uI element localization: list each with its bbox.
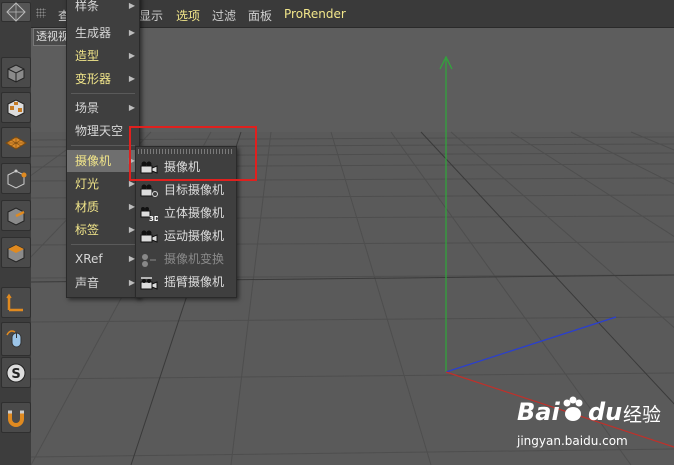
menu-item-physical-sky[interactable]: 物理天空 [67, 120, 139, 142]
svg-text:3D: 3D [149, 215, 158, 222]
camera-morph-icon [142, 254, 156, 267]
axis-mode-button[interactable] [1, 287, 31, 318]
menu-item-label: 样条 [75, 0, 100, 13]
submenu-item-label: 摄像机 [164, 160, 201, 174]
watermark-url: jingyan.baidu.com [517, 434, 628, 448]
submenu-item-stereo-camera[interactable]: 3D 立体摄像机 [136, 202, 236, 225]
left-toolbar: S [0, 0, 32, 465]
menu-options[interactable]: 选项 [176, 7, 200, 24]
camera-submenu: 摄像机 目标摄像机 3D 立体摄像机 运动摄像机 摄像机变换 摇臂摄像机 [135, 146, 237, 298]
submenu-item-target-camera[interactable]: 目标摄像机 [136, 179, 236, 202]
camera-icon [140, 161, 158, 174]
submenu-item-camera-morph[interactable]: 摄像机变换 [136, 248, 236, 271]
svg-text:S: S [11, 367, 20, 382]
menu-item-tags[interactable]: 标签 ▶ [67, 219, 139, 241]
watermark-product: 经验 [623, 404, 662, 426]
submenu-arrow-icon: ▶ [128, 103, 135, 112]
submenu-arrow-icon: ▶ [128, 1, 135, 10]
menu-item-scene[interactable]: 场景 ▶ [67, 97, 139, 119]
menu-item-spline[interactable]: 样条 ▶ [67, 0, 139, 17]
snap-s-icon: S [6, 363, 26, 382]
submenu-item-label: 摇臂摄像机 [164, 275, 225, 289]
create-menu: 样条 ▶ 生成器 ▶ 造型 ▶ 变形器 ▶ 场景 ▶ 物理天空 摄像机 ▶ 灯光 ▶ 材质 ▶ … [66, 0, 140, 298]
menu-item-label: 摄像机 [75, 154, 112, 168]
menu-item-deformers[interactable]: 变形器 ▶ [67, 68, 139, 90]
stereo-camera-icon: 3D [140, 207, 158, 222]
menu-item-label: XRef [75, 252, 103, 266]
menu-item-label: 场景 [75, 101, 100, 115]
submenu-item-label: 立体摄像机 [164, 206, 225, 220]
tweak-mode-button[interactable] [1, 322, 31, 356]
menu-filter[interactable]: 过滤 [212, 7, 236, 24]
magnet-icon [8, 410, 24, 427]
submenu-item-crane-camera[interactable]: 摇臂摄像机 [136, 271, 236, 294]
grid-plane-icon [5, 135, 27, 150]
menu-item-label: 材质 [75, 200, 100, 214]
watermark-brand: Bai [517, 398, 560, 426]
polygons-mode-button[interactable] [1, 237, 31, 268]
mouse-icon [6, 330, 22, 348]
menu-separator [71, 93, 135, 94]
menu-separator [71, 145, 135, 146]
menu-item-lights[interactable]: 灯光 ▶ [67, 173, 139, 195]
submenu-arrow-icon: ▶ [128, 28, 135, 37]
watermark-brand-suffix: du [588, 398, 623, 426]
paw-icon [563, 396, 583, 421]
points-cube-icon [7, 169, 27, 189]
grip-icon [36, 8, 46, 18]
model-mode-button[interactable] [1, 57, 31, 88]
points-mode-button[interactable] [1, 163, 31, 194]
submenu-arrow-icon: ▶ [128, 74, 135, 83]
axis-icon [6, 293, 23, 311]
menu-display[interactable]: 显示 [139, 7, 163, 24]
submenu-arrow-icon: ▶ [128, 51, 135, 60]
menu-separator [71, 244, 135, 245]
menu-item-label: 变形器 [75, 72, 112, 86]
menu-item-modeling[interactable]: 造型 ▶ [67, 45, 139, 67]
edges-mode-button[interactable] [1, 200, 31, 231]
menu-item-label: 生成器 [75, 26, 112, 40]
menu-item-materials[interactable]: 材质 ▶ [67, 196, 139, 218]
menu-panel[interactable]: 面板 [248, 7, 272, 24]
menu-item-label: 造型 [75, 49, 100, 63]
motion-camera-icon [140, 230, 158, 243]
target-camera-icon [140, 184, 158, 197]
cube-icon [7, 63, 25, 83]
menu-item-label: 灯光 [75, 177, 100, 191]
edges-cube-icon [7, 206, 25, 226]
crane-camera-icon [140, 277, 158, 290]
magnet-button[interactable] [1, 402, 31, 433]
polygons-cube-icon [7, 243, 25, 263]
submenu-tearoff-handle[interactable] [138, 149, 234, 154]
snap-button[interactable]: S [1, 357, 31, 388]
net-icon [6, 2, 26, 22]
submenu-item-camera[interactable]: 摄像机 [136, 156, 236, 179]
workplane-button[interactable] [1, 127, 31, 158]
menu-item-label: 标签 [75, 223, 100, 237]
menu-item-sound[interactable]: 声音 ▶ [67, 272, 139, 294]
texture-mode-button[interactable] [1, 92, 31, 123]
menu-item-xref[interactable]: XRef ▶ [67, 248, 139, 270]
menu-item-label: 物理天空 [75, 124, 124, 138]
menu-item-label: 声音 [75, 276, 100, 290]
checker-cube-icon [7, 98, 25, 118]
menu-item-camera[interactable]: 摄像机 ▶ [67, 150, 139, 172]
submenu-item-label: 运动摄像机 [164, 229, 225, 243]
move-tool-button[interactable] [1, 2, 31, 22]
submenu-item-label: 目标摄像机 [164, 183, 225, 197]
submenu-item-label: 摄像机变换 [164, 252, 225, 266]
menu-item-generators[interactable]: 生成器 ▶ [67, 22, 139, 44]
menu-prorender[interactable]: ProRender [284, 7, 346, 21]
submenu-item-motion-camera[interactable]: 运动摄像机 [136, 225, 236, 248]
baidu-watermark: Bai du 经验 jingyan.baidu.com [515, 392, 673, 462]
